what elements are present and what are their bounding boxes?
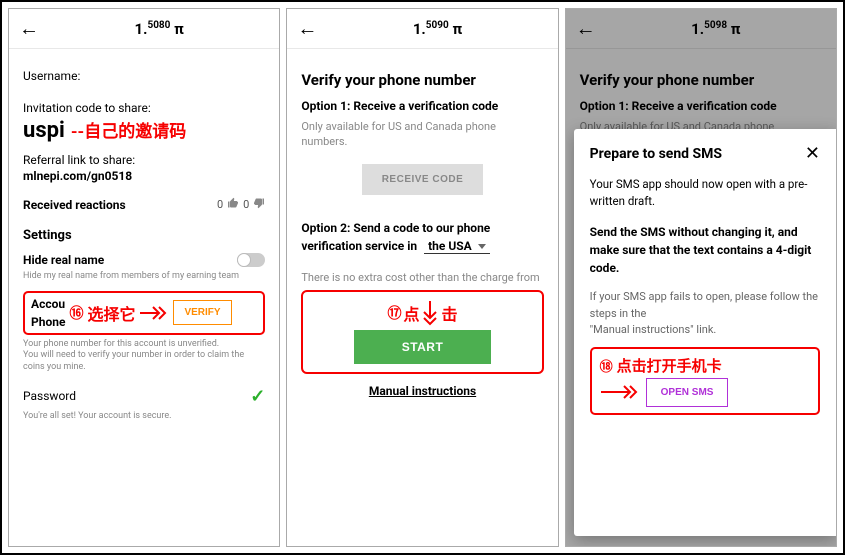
option2-title: Option 2: Send a code to our phone verif…: [301, 219, 543, 255]
modal-bold-text: Send the SMS without changing it, and ma…: [590, 223, 820, 277]
thumb-up-icon[interactable]: [227, 197, 239, 212]
check-icon: ✓: [250, 386, 265, 407]
invite-code: uspi: [23, 118, 65, 143]
referral-link[interactable]: mlnepi.com/gn0518: [23, 169, 265, 183]
balance-title: 1.5090 π: [327, 20, 547, 38]
option1-title: Option 1: Receive a verification code: [301, 99, 543, 113]
sms-modal: Prepare to send SMS ✕ Your SMS app shoul…: [574, 129, 836, 536]
password-hint: You're all set! Your account is secure.: [23, 411, 265, 423]
invite-label: Invitation code to share:: [23, 101, 265, 115]
annotation-box-17: ⑰ 点 击 START: [301, 290, 543, 374]
back-icon[interactable]: ←: [19, 16, 49, 41]
annotation-num-17: ⑰: [387, 303, 401, 323]
username-label: Username:: [23, 69, 265, 83]
phone-label: Phone: [31, 315, 65, 329]
annotation-num-18: ⑱: [600, 356, 613, 375]
phone-hint: Your phone number for this account is un…: [23, 339, 265, 374]
verify-content: Verify your phone number Option 1: Recei…: [287, 49, 557, 408]
close-icon[interactable]: ✕: [805, 143, 820, 164]
annotation-arrow-down-icon: [421, 300, 439, 326]
annotation-num-16: ⑯: [69, 303, 83, 323]
verify-button[interactable]: VERIFY: [173, 300, 231, 325]
hide-name-row: Hide real name: [23, 253, 265, 267]
screen-verify: ← 1.5090 π Verify your phone number Opti…: [286, 8, 558, 547]
settings-heading: Settings: [23, 228, 265, 243]
password-row: Password ✓: [23, 386, 265, 407]
country-dropdown[interactable]: the USA: [424, 239, 490, 254]
profile-content: Username: Invitation code to share: uspi…: [9, 49, 279, 432]
receive-code-button[interactable]: RECEIVE CODE: [362, 164, 484, 195]
app-container: ← 1.5080 π Username: Invitation code to …: [0, 0, 845, 555]
hide-name-hint: Hide my real name from members of my ear…: [23, 271, 265, 283]
referral-label: Referral link to share:: [23, 153, 265, 167]
annotation-text-17a: 点: [403, 301, 419, 325]
annotation-text-18: 点击打开手机卡: [617, 355, 722, 376]
extra-cost-note: There is no extra cost other than the ch…: [301, 271, 543, 284]
annotation-box-16: Accou Phone ⑯ 选择它 VERIFY: [23, 291, 265, 335]
invite-row: uspi --自己的邀请码: [23, 117, 265, 143]
balance-title: 1.5080 π: [49, 20, 269, 38]
reactions-row: Received reactions 0 0: [23, 197, 265, 212]
manual-instructions-link[interactable]: Manual instructions: [301, 384, 543, 398]
screen-sms-modal: ← 1.5098 π Verify your phone number Opti…: [565, 8, 837, 547]
option1-desc: Only available for US and Canada phone n…: [301, 119, 543, 150]
reactions-counts: 0 0: [217, 197, 265, 212]
screen-profile: ← 1.5080 π Username: Invitation code to …: [8, 8, 280, 547]
modal-hint: If your SMS app fails to open, please fo…: [590, 289, 820, 339]
verify-heading: Verify your phone number: [301, 71, 543, 89]
annotation-text-17b: 击: [441, 301, 457, 325]
account-label-partial: Accou: [31, 297, 65, 311]
start-button[interactable]: START: [354, 330, 492, 364]
back-icon[interactable]: ←: [297, 16, 327, 41]
header: ← 1.5080 π: [9, 9, 279, 49]
password-label: Password: [23, 389, 76, 403]
open-sms-button[interactable]: OPEN SMS: [646, 378, 729, 407]
hide-name-toggle[interactable]: [237, 253, 265, 267]
annotation-arrow-icon: [139, 304, 169, 322]
annotation-arrow-icon: [600, 384, 640, 400]
annotation-box-18: ⑱ 点击打开手机卡 OPEN SMS: [590, 347, 820, 415]
annotation-invite-note: --自己的邀请码: [71, 117, 186, 142]
header: ← 1.5090 π: [287, 9, 557, 49]
thumb-down-icon[interactable]: [253, 197, 265, 212]
hide-name-label: Hide real name: [23, 253, 104, 267]
reactions-label: Received reactions: [23, 198, 126, 212]
modal-paragraph: Your SMS app should now open with a pre-…: [590, 176, 820, 209]
modal-title: Prepare to send SMS: [590, 146, 722, 162]
annotation-text-16: 选择它: [87, 301, 135, 325]
